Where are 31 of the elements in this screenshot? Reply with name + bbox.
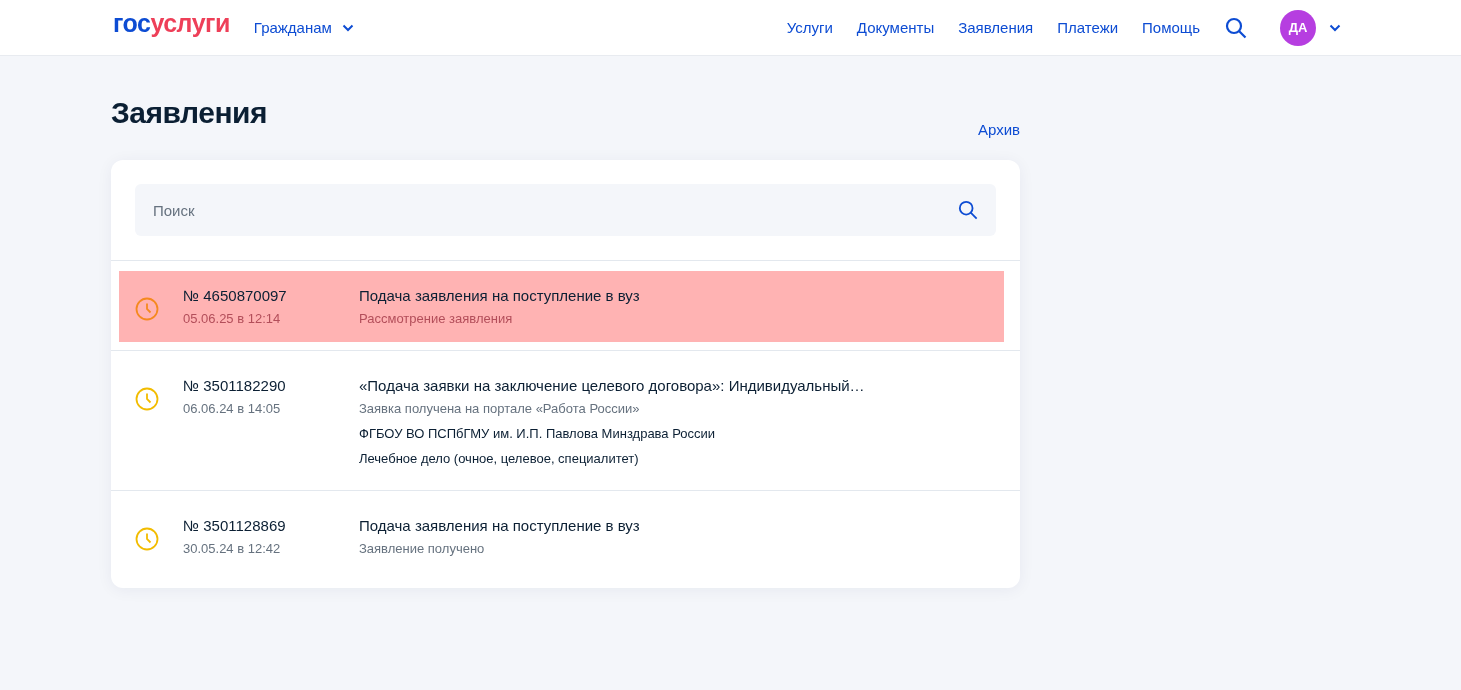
user-avatar[interactable]: ДА — [1280, 9, 1316, 46]
nav-link[interactable]: Помощь — [1142, 19, 1200, 36]
archive-link[interactable]: Архив — [977, 121, 1020, 138]
application-detail: Лечебное дело (очное, целевое, специалитет) — [359, 451, 640, 466]
audience-dropdown[interactable]: Гражданам — [253, 19, 354, 36]
nav-link[interactable]: Платежи — [1057, 19, 1119, 36]
application-number: № 3501128869 — [183, 516, 287, 536]
nav-link[interactable]: Документы — [856, 19, 935, 36]
application-title: «Подача заявки на заключение целевого договора»: Индивидуальный… — [359, 376, 866, 396]
application-number: № 4650870097 — [183, 286, 288, 306]
nav-link[interactable]: Заявления — [958, 19, 1034, 36]
logo[interactable]: госуслуги — [113, 9, 230, 38]
application-status: Рассмотрение заявления — [359, 311, 514, 326]
application-row[interactable]: № 4650870097 05.06.25 в 12:14 Подача заявления на поступление в вуз Рассмотрение заявления — [119, 271, 1004, 342]
application-title: Подача заявления на поступление в вуз — [359, 286, 641, 306]
application-title: Подача заявления на поступление в вуз — [359, 516, 641, 536]
search-field[interactable]: Поиск — [135, 184, 996, 236]
page-title: Заявления — [111, 96, 267, 130]
chevron-down-icon[interactable] — [1329, 23, 1341, 32]
search-icon[interactable] — [1225, 16, 1247, 39]
application-number: № 3501182290 — [183, 376, 287, 396]
application-date: 06.06.24 в 14:05 — [183, 401, 282, 416]
chevron-down-icon — [341, 23, 354, 32]
search-icon[interactable] — [958, 200, 978, 220]
application-date: 30.05.24 в 12:42 — [183, 541, 282, 556]
application-detail: ФГБОУ ВО ПСПбГМУ им. И.П. Павлова Минздрава России — [359, 426, 717, 441]
application-row[interactable]: № 3501128869 30.05.24 в 12:42 Подача заявления на поступление в вуз Заявление получено — [119, 501, 1004, 572]
application-status: Заявление получено — [359, 541, 486, 556]
application-date: 05.06.25 в 12:14 — [183, 311, 282, 326]
application-status: Заявка получена на портале «Работа России» — [359, 401, 641, 416]
nav-link[interactable]: Услуги — [786, 19, 833, 36]
